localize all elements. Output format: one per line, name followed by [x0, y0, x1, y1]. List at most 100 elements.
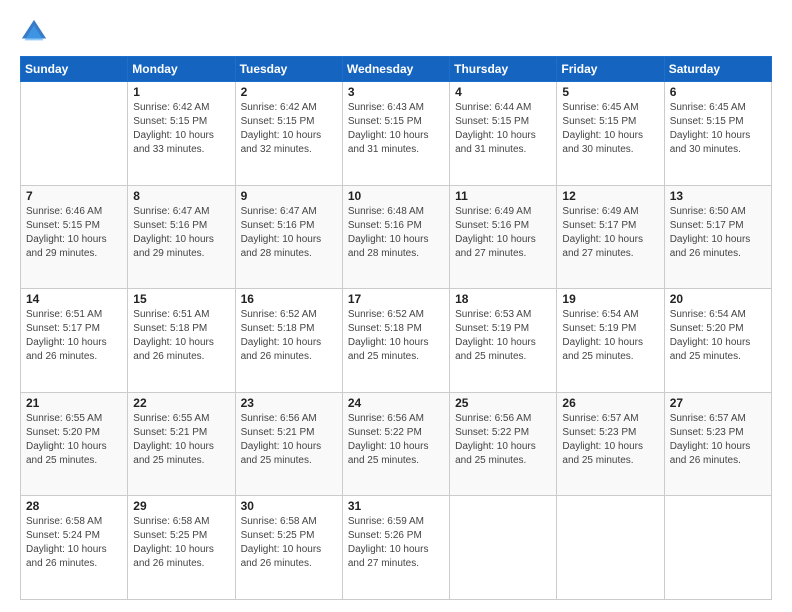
- calendar-cell: 28Sunrise: 6:58 AM Sunset: 5:24 PM Dayli…: [21, 496, 128, 600]
- day-info: Sunrise: 6:47 AM Sunset: 5:16 PM Dayligh…: [241, 205, 337, 261]
- calendar-header-monday: Monday: [128, 57, 235, 82]
- day-number: 25: [455, 396, 551, 410]
- day-number: 29: [133, 499, 229, 513]
- day-number: 17: [348, 292, 444, 306]
- day-number: 23: [241, 396, 337, 410]
- day-number: 27: [670, 396, 766, 410]
- calendar-cell: 20Sunrise: 6:54 AM Sunset: 5:20 PM Dayli…: [664, 289, 771, 393]
- calendar-cell: 8 Sunrise: 6:47 AM Sunset: 5:16 PM Daylig…: [128, 185, 235, 289]
- calendar-header-tuesday: Tuesday: [235, 57, 342, 82]
- calendar-cell: 9 Sunrise: 6:47 AM Sunset: 5:16 PM Daylig…: [235, 185, 342, 289]
- calendar-cell: 18 Sunrise: 6:53 AM Sunset: 5:19 PM Dayli…: [450, 289, 557, 393]
- calendar-cell: 17Sunrise: 6:52 AM Sunset: 5:18 PM Dayli…: [342, 289, 449, 393]
- day-info: Sunrise: 6:48 AM Sunset: 5:16 PM Dayligh…: [348, 205, 444, 261]
- day-number: 22: [133, 396, 229, 410]
- calendar-cell: 19 Sunrise: 6:54 AM Sunset: 5:19 PM Dayli…: [557, 289, 664, 393]
- calendar-cell: 30Sunrise: 6:58 AM Sunset: 5:25 PM Dayli…: [235, 496, 342, 600]
- day-info: Sunrise: 6:49 AM Sunset: 5:17 PM Dayligh…: [562, 205, 658, 261]
- day-number: 8: [133, 189, 229, 203]
- day-number: 15: [133, 292, 229, 306]
- day-info: Sunrise: 6:59 AM Sunset: 5:26 PM Dayligh…: [348, 515, 444, 571]
- day-number: 24: [348, 396, 444, 410]
- day-info: Sunrise: 6:58 AM Sunset: 5:24 PM Dayligh…: [26, 515, 122, 571]
- day-info: Sunrise: 6:50 AM Sunset: 5:17 PM Dayligh…: [670, 205, 766, 261]
- day-number: 4: [455, 85, 551, 99]
- day-info: Sunrise: 6:56 AM Sunset: 5:21 PM Dayligh…: [241, 412, 337, 468]
- day-info: Sunrise: 6:45 AM Sunset: 5:15 PM Dayligh…: [562, 101, 658, 157]
- calendar-week-row: 14 Sunrise: 6:51 AM Sunset: 5:17 PM Dayli…: [21, 289, 772, 393]
- calendar-cell: [21, 82, 128, 186]
- calendar-cell: [450, 496, 557, 600]
- calendar-cell: 14 Sunrise: 6:51 AM Sunset: 5:17 PM Dayli…: [21, 289, 128, 393]
- day-info: Sunrise: 6:52 AM Sunset: 5:18 PM Dayligh…: [241, 308, 337, 364]
- calendar-header-friday: Friday: [557, 57, 664, 82]
- calendar-table: SundayMondayTuesdayWednesdayThursdayFrid…: [20, 56, 772, 600]
- day-info: Sunrise: 6:56 AM Sunset: 5:22 PM Dayligh…: [348, 412, 444, 468]
- calendar-cell: 16 Sunrise: 6:52 AM Sunset: 5:18 PM Dayli…: [235, 289, 342, 393]
- day-number: 1: [133, 85, 229, 99]
- day-number: 3: [348, 85, 444, 99]
- day-number: 14: [26, 292, 122, 306]
- calendar-week-row: 21 Sunrise: 6:55 AM Sunset: 5:20 PM Dayli…: [21, 392, 772, 496]
- header: [20, 18, 772, 46]
- calendar-cell: 5 Sunrise: 6:45 AM Sunset: 5:15 PM Daylig…: [557, 82, 664, 186]
- calendar-header-saturday: Saturday: [664, 57, 771, 82]
- day-number: 12: [562, 189, 658, 203]
- calendar-cell: 29 Sunrise: 6:58 AM Sunset: 5:25 PM Dayli…: [128, 496, 235, 600]
- day-info: Sunrise: 6:49 AM Sunset: 5:16 PM Dayligh…: [455, 205, 551, 261]
- calendar-cell: 3Sunrise: 6:43 AM Sunset: 5:15 PM Daylig…: [342, 82, 449, 186]
- calendar-cell: 21 Sunrise: 6:55 AM Sunset: 5:20 PM Dayli…: [21, 392, 128, 496]
- day-number: 21: [26, 396, 122, 410]
- day-info: Sunrise: 6:45 AM Sunset: 5:15 PM Dayligh…: [670, 101, 766, 157]
- calendar-header-thursday: Thursday: [450, 57, 557, 82]
- day-number: 16: [241, 292, 337, 306]
- calendar-cell: 26 Sunrise: 6:57 AM Sunset: 5:23 PM Dayli…: [557, 392, 664, 496]
- logo-icon: [20, 18, 48, 46]
- calendar-cell: 31Sunrise: 6:59 AM Sunset: 5:26 PM Dayli…: [342, 496, 449, 600]
- day-info: Sunrise: 6:51 AM Sunset: 5:18 PM Dayligh…: [133, 308, 229, 364]
- day-number: 6: [670, 85, 766, 99]
- day-info: Sunrise: 6:47 AM Sunset: 5:16 PM Dayligh…: [133, 205, 229, 261]
- day-info: Sunrise: 6:56 AM Sunset: 5:22 PM Dayligh…: [455, 412, 551, 468]
- calendar-cell: 15 Sunrise: 6:51 AM Sunset: 5:18 PM Dayli…: [128, 289, 235, 393]
- day-number: 19: [562, 292, 658, 306]
- day-number: 2: [241, 85, 337, 99]
- calendar-cell: 11Sunrise: 6:49 AM Sunset: 5:16 PM Dayli…: [450, 185, 557, 289]
- calendar-cell: [664, 496, 771, 600]
- calendar-header-wednesday: Wednesday: [342, 57, 449, 82]
- day-number: 13: [670, 189, 766, 203]
- calendar-cell: 25 Sunrise: 6:56 AM Sunset: 5:22 PM Dayli…: [450, 392, 557, 496]
- day-number: 26: [562, 396, 658, 410]
- day-info: Sunrise: 6:51 AM Sunset: 5:17 PM Dayligh…: [26, 308, 122, 364]
- day-info: Sunrise: 6:53 AM Sunset: 5:19 PM Dayligh…: [455, 308, 551, 364]
- day-info: Sunrise: 6:55 AM Sunset: 5:20 PM Dayligh…: [26, 412, 122, 468]
- calendar-cell: 27 Sunrise: 6:57 AM Sunset: 5:23 PM Dayli…: [664, 392, 771, 496]
- calendar-week-row: 7Sunrise: 6:46 AM Sunset: 5:15 PM Daylig…: [21, 185, 772, 289]
- calendar-week-row: 28Sunrise: 6:58 AM Sunset: 5:24 PM Dayli…: [21, 496, 772, 600]
- day-info: Sunrise: 6:58 AM Sunset: 5:25 PM Dayligh…: [241, 515, 337, 571]
- day-number: 18: [455, 292, 551, 306]
- calendar-cell: 12 Sunrise: 6:49 AM Sunset: 5:17 PM Dayli…: [557, 185, 664, 289]
- day-info: Sunrise: 6:57 AM Sunset: 5:23 PM Dayligh…: [670, 412, 766, 468]
- day-number: 7: [26, 189, 122, 203]
- day-info: Sunrise: 6:55 AM Sunset: 5:21 PM Dayligh…: [133, 412, 229, 468]
- calendar-cell: [557, 496, 664, 600]
- calendar-cell: 24 Sunrise: 6:56 AM Sunset: 5:22 PM Dayli…: [342, 392, 449, 496]
- calendar-week-row: 1Sunrise: 6:42 AM Sunset: 5:15 PM Daylig…: [21, 82, 772, 186]
- calendar-cell: 10 Sunrise: 6:48 AM Sunset: 5:16 PM Dayli…: [342, 185, 449, 289]
- day-number: 10: [348, 189, 444, 203]
- logo: [20, 18, 52, 46]
- day-info: Sunrise: 6:57 AM Sunset: 5:23 PM Dayligh…: [562, 412, 658, 468]
- day-number: 9: [241, 189, 337, 203]
- day-number: 5: [562, 85, 658, 99]
- day-info: Sunrise: 6:58 AM Sunset: 5:25 PM Dayligh…: [133, 515, 229, 571]
- calendar-cell: 4 Sunrise: 6:44 AM Sunset: 5:15 PM Daylig…: [450, 82, 557, 186]
- page: SundayMondayTuesdayWednesdayThursdayFrid…: [0, 0, 792, 612]
- calendar-cell: 1Sunrise: 6:42 AM Sunset: 5:15 PM Daylig…: [128, 82, 235, 186]
- calendar-header-row: SundayMondayTuesdayWednesdayThursdayFrid…: [21, 57, 772, 82]
- day-info: Sunrise: 6:44 AM Sunset: 5:15 PM Dayligh…: [455, 101, 551, 157]
- calendar-cell: 2Sunrise: 6:42 AM Sunset: 5:15 PM Daylig…: [235, 82, 342, 186]
- calendar-cell: 13 Sunrise: 6:50 AM Sunset: 5:17 PM Dayli…: [664, 185, 771, 289]
- day-info: Sunrise: 6:54 AM Sunset: 5:19 PM Dayligh…: [562, 308, 658, 364]
- calendar-cell: 6 Sunrise: 6:45 AM Sunset: 5:15 PM Daylig…: [664, 82, 771, 186]
